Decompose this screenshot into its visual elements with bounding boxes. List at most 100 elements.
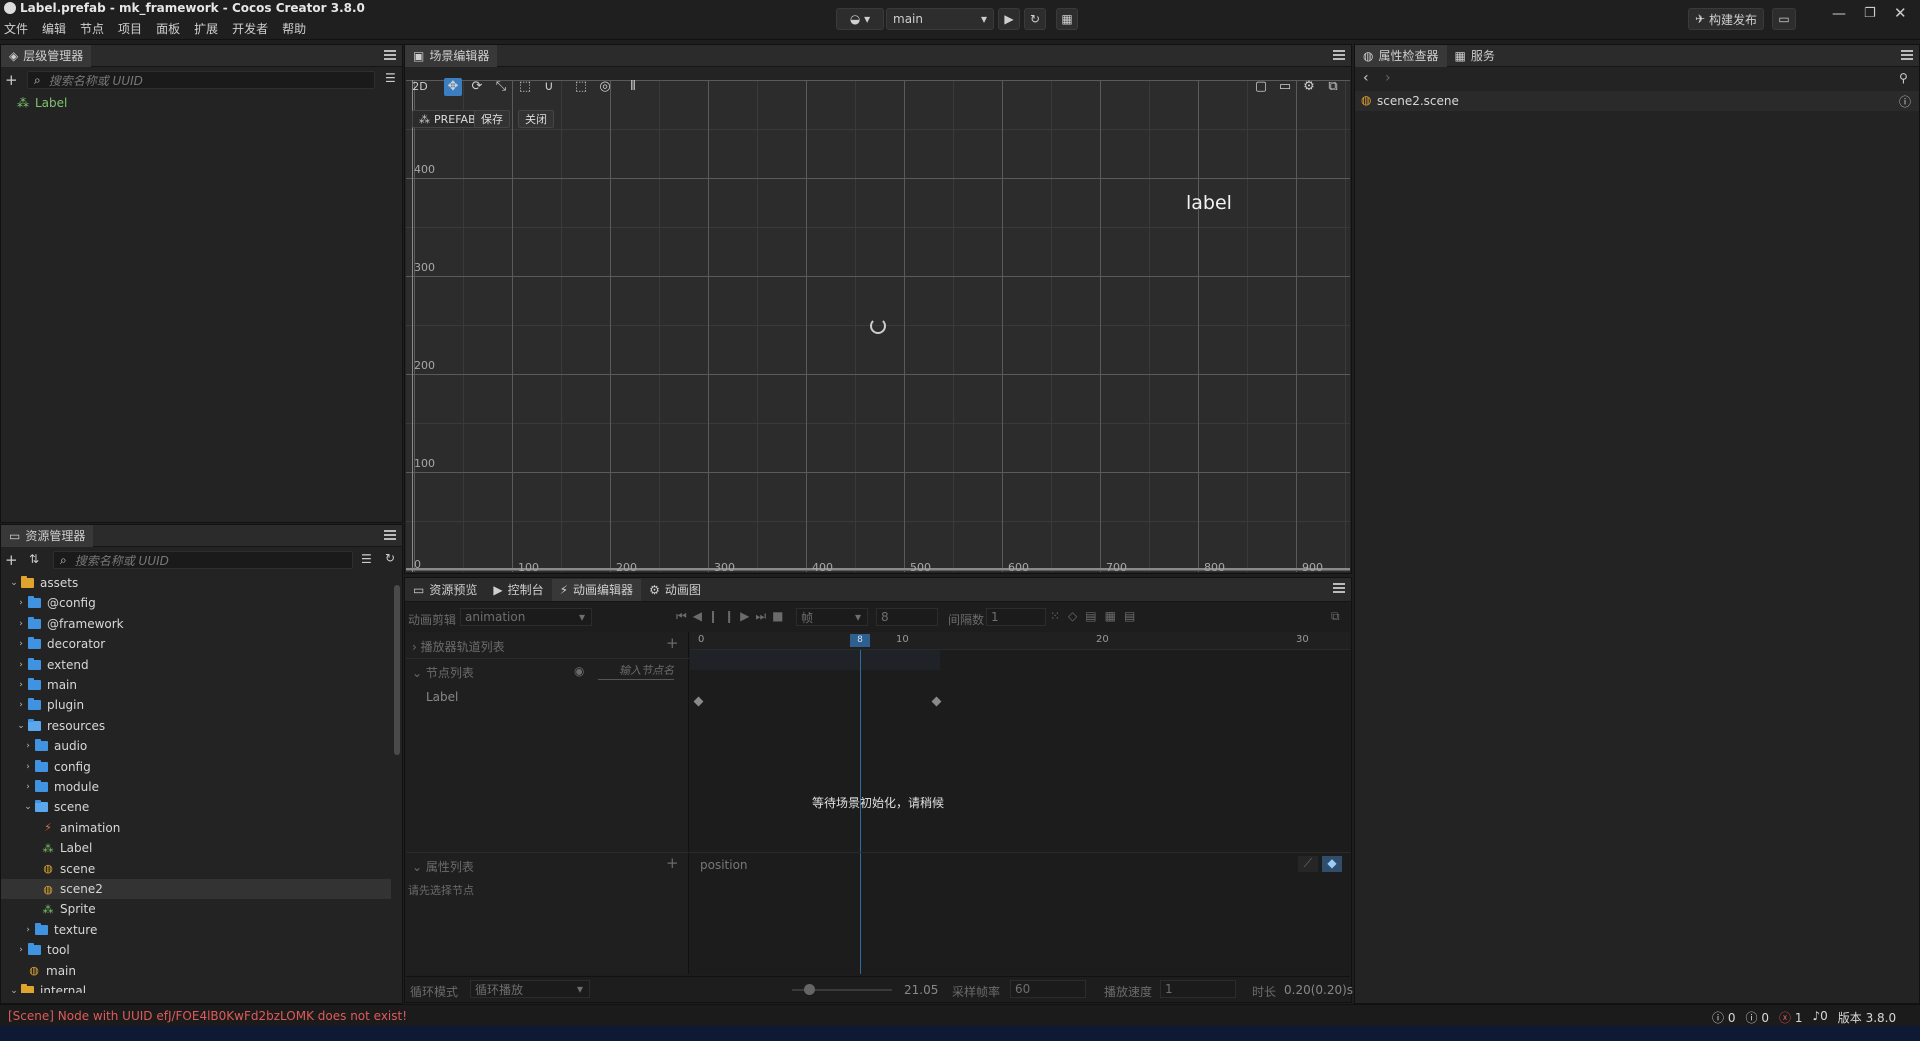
collapse-all-icon[interactable]: ☰ <box>361 552 372 566</box>
chevron-right-icon[interactable]: › <box>16 680 26 690</box>
chevron-right-icon[interactable]: › <box>16 700 26 710</box>
gear-icon[interactable]: ⚙ <box>1300 78 1318 96</box>
chevron-down-icon[interactable]: ⌄ <box>16 721 26 731</box>
asset-tree-row[interactable]: › plugin <box>1 695 391 715</box>
camera-icon[interactable]: ▭ <box>1276 78 1294 96</box>
wrap-mode-select[interactable]: 循环播放 ▾ <box>470 980 590 998</box>
minimize-button[interactable]: — <box>1832 6 1846 22</box>
scene-viewport[interactable]: label <box>406 80 1350 572</box>
asset-tree-row[interactable]: › @config <box>1 593 391 613</box>
chevron-right-icon[interactable]: › <box>23 925 33 935</box>
collapse-all-icon[interactable]: ☰ <box>385 71 396 85</box>
sort-icon[interactable]: ⇅ <box>29 552 39 566</box>
tab-animation-graph[interactable]: ⚙ 动画图 <box>641 579 709 601</box>
label-node-text[interactable]: label <box>1186 192 1232 214</box>
asset-tree-row[interactable]: › @framework <box>1 614 391 634</box>
add-asset-icon[interactable]: + <box>5 551 18 569</box>
add-node-icon[interactable]: + <box>5 71 18 89</box>
menu-developer[interactable]: 开发者 <box>232 20 268 37</box>
frame-input[interactable]: 8 <box>876 608 938 626</box>
asset-tree-row[interactable]: › main <box>1 675 391 695</box>
play-button[interactable]: ▶ <box>998 8 1020 30</box>
tab-hierarchy[interactable]: ◈ 层级管理器 <box>1 44 92 67</box>
asset-tree-row[interactable]: ◍ main <box>1 961 391 981</box>
notify-count[interactable]: ♪0 <box>1812 1009 1827 1026</box>
menu-extension[interactable]: 扩展 <box>194 20 218 37</box>
status-error-message[interactable]: [Scene] Node with UUID efJ/FOE4lB0KwFd2b… <box>8 1009 407 1023</box>
popout-icon[interactable]: ⧉ <box>1331 609 1340 624</box>
warn-count[interactable]: ⓘ 0 <box>1745 1009 1768 1026</box>
timeline[interactable]: 0 10 20 30 8 等待场景初始化，请稍候 position ⟋ ◆ <box>690 632 1350 974</box>
asset-tree-row[interactable]: ⌄ scene <box>1 797 391 817</box>
chevron-right-icon[interactable]: › <box>23 741 33 751</box>
tab-animation-editor[interactable]: ⚡ 动画编辑器 <box>551 578 642 601</box>
playback-controls[interactable]: ⏮◀❙❙▶⏭■ <box>676 609 790 624</box>
chevron-right-icon[interactable]: › <box>16 619 26 629</box>
scene-view-options-icon[interactable]: ⧉ <box>1324 78 1342 96</box>
curve-icon[interactable]: ⟋ <box>1298 856 1318 872</box>
tab-console[interactable]: ▶ 控制台 <box>485 579 551 601</box>
open-folder-button[interactable]: ▭ <box>1772 8 1796 30</box>
help-icon[interactable]: ⓘ <box>1899 93 1911 110</box>
chevron-right-icon[interactable]: › <box>16 598 26 608</box>
panel-menu-icon[interactable] <box>384 530 396 540</box>
player-tracks-header[interactable]: › 播放器轨道列表 <box>412 638 505 655</box>
keyframe-diamond[interactable] <box>693 696 704 707</box>
node-filter-input[interactable]: 输入节点名 <box>598 662 674 680</box>
maximize-button[interactable]: ❐ <box>1864 6 1876 21</box>
asset-tree-row[interactable]: › decorator <box>1 634 391 654</box>
tab-inspector[interactable]: ◍ 属性检查器 <box>1355 44 1447 67</box>
close-prefab-button[interactable]: 关闭 <box>518 110 554 128</box>
tab-assets[interactable]: ▭ 资源管理器 <box>1 524 94 547</box>
asset-tree-row[interactable]: ◍ scene <box>1 859 391 879</box>
qr-preview-button[interactable]: ▦ <box>1056 8 1078 30</box>
keyframe-tools[interactable]: ⁙◇▤▦▤ <box>1050 609 1143 623</box>
menu-node[interactable]: 节点 <box>80 20 104 37</box>
tree-node-label[interactable]: ⁂ Label <box>17 93 67 113</box>
chevron-down-icon[interactable]: ⌄ <box>23 802 33 812</box>
keyframe-mode-icon[interactable]: ◆ <box>1322 856 1342 872</box>
tab-asset-preview[interactable]: ▭ 资源预览 <box>405 579 485 601</box>
snap-tool-icon[interactable]: ∪ <box>540 78 558 96</box>
panel-menu-icon[interactable] <box>384 50 396 60</box>
interval-input[interactable]: 1 <box>986 608 1046 626</box>
panel-menu-icon[interactable] <box>1333 583 1345 593</box>
asset-tree-row[interactable]: › tool <box>1 940 391 960</box>
align-tool-icon[interactable]: ⫴ <box>624 78 642 96</box>
menu-help[interactable]: 帮助 <box>282 20 306 37</box>
asset-tree-row[interactable]: › module <box>1 777 391 797</box>
refresh-button[interactable]: ↻ <box>1024 8 1046 30</box>
tab-scene-editor[interactable]: ▣ 场景编辑器 <box>405 44 498 67</box>
assets-search-input[interactable]: ⌕ 搜索名称或 UUID <box>53 551 353 569</box>
build-button[interactable]: ✈ 构建发布 <box>1688 8 1764 30</box>
pin-icon[interactable]: ⚲ <box>1899 71 1908 85</box>
asset-tree-row[interactable]: ⌄ assets <box>1 573 391 593</box>
playhead-marker[interactable]: 8 <box>850 634 870 647</box>
pivot-icon[interactable]: ⬚ <box>572 78 590 96</box>
close-window-button[interactable]: ✕ <box>1894 4 1907 22</box>
chevron-right-icon[interactable]: › <box>16 660 26 670</box>
node-list-header[interactable]: ⌄ 节点列表 <box>412 664 474 681</box>
chevron-down-icon[interactable]: ⌄ <box>9 578 19 588</box>
panel-menu-icon[interactable] <box>1333 50 1345 60</box>
resolution-icon[interactable]: ▢ <box>1252 78 1270 96</box>
clip-select[interactable]: animation ▾ <box>460 608 592 626</box>
chevron-right-icon[interactable]: › <box>23 782 33 792</box>
rotate-tool-icon[interactable]: ⟳ <box>468 78 486 96</box>
sample-input[interactable]: 60 <box>1010 980 1086 998</box>
chevron-right-icon[interactable]: › <box>23 762 33 772</box>
add-track-icon[interactable]: + <box>666 634 679 652</box>
timeline-ruler[interactable]: 0 10 20 30 8 <box>690 632 1350 650</box>
asset-tree-row[interactable]: ◍ scene2 <box>1 879 391 899</box>
asset-tree-row[interactable]: › texture <box>1 920 391 940</box>
speed-input[interactable]: 1 <box>1160 980 1236 998</box>
chevron-right-icon[interactable]: › <box>16 945 26 955</box>
asset-tree-row[interactable]: ⁂ Label <box>1 838 391 858</box>
error-count[interactable]: ⓧ 1 <box>1779 1009 1802 1026</box>
assets-scrollbar[interactable] <box>394 585 400 755</box>
menu-panel[interactable]: 面板 <box>156 20 180 37</box>
mode-2d-button[interactable]: 2D <box>411 78 429 96</box>
save-prefab-button[interactable]: 保存 <box>474 110 510 128</box>
panel-menu-icon[interactable] <box>1901 50 1913 60</box>
menu-edit[interactable]: 编辑 <box>42 20 66 37</box>
